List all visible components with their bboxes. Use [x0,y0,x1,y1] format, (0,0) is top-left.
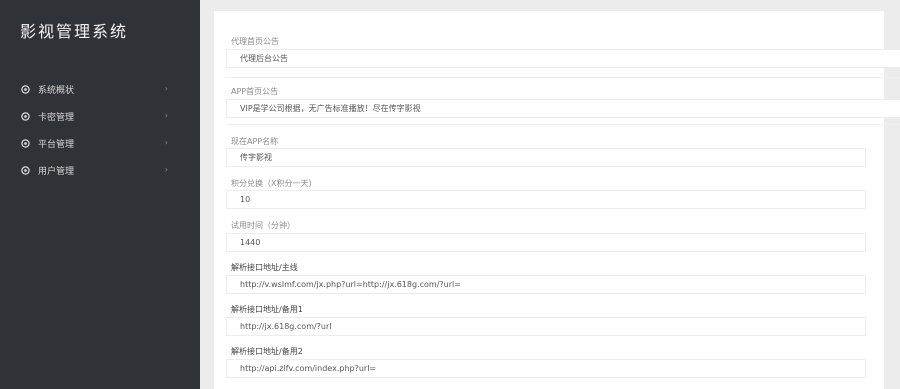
sidebar-item-label: 卡密管理 [38,113,75,123]
trial-time-input[interactable]: 1440 [226,233,866,252]
sidebar-item-card-management[interactable]: 卡密管理 › [0,103,200,130]
field-label-parse-backup1: 解析接口地址/备用1 [231,305,303,314]
sidebar-item-label: 用户管理 [38,167,75,177]
chevron-right-icon: › [164,111,168,120]
field-label-agent-notice: 代理首页公告 [231,37,279,46]
field-label-parse-main: 解析接口地址/主线 [231,263,298,272]
field-label-app-name: 现在APP名称 [231,137,279,146]
settings-form: 代理首页公告 代理后台公告 APP首页公告 VIP是学公司根据，无广告标准播放！… [214,11,900,389]
chevron-right-icon: › [164,165,168,174]
parse-url-main-input[interactable]: http://v.wslmf.com/jx.php?url=http://jx.… [226,275,866,294]
field-label-points-exchange: 积分兑换（X积分一天） [231,179,317,188]
sidebar: 影视管理系统 系统概状 › 卡密管理 › 平台管理 › 用户管理 › [0,0,200,389]
parse-url-backup2-input[interactable]: http://api.zlfv.com/index.php?url= [226,359,866,378]
parse-url-backup1-input[interactable]: http://jx.618g.com/?url [226,317,866,336]
field-label-parse-backup2: 解析接口地址/备用2 [231,347,303,356]
sidebar-item-label: 系统概状 [38,86,75,96]
user-icon [20,166,30,176]
sidebar-item-label: 平台管理 [38,140,75,150]
divider [226,77,900,78]
card-icon [20,112,30,122]
chevron-right-icon: › [164,84,168,93]
sidebar-item-platform-management[interactable]: 平台管理 › [0,130,200,157]
app-notice-input[interactable]: VIP是学公司根据，无广告标准播放！尽在传字影视 [226,99,900,118]
app-title: 影视管理系统 [20,22,129,41]
agent-notice-input[interactable]: 代理后台公告 [226,49,900,68]
dashboard-icon [20,85,30,95]
field-label-trial-time: 试用时间（分钟） [231,221,295,230]
field-label-app-notice: APP首页公告 [231,87,279,96]
app-name-input[interactable]: 传字影视 [226,148,866,167]
sidebar-item-user-management[interactable]: 用户管理 › [0,157,200,184]
points-exchange-input[interactable]: 10 [226,190,866,209]
divider [226,124,900,125]
platform-icon [20,139,30,149]
sidebar-item-system-overview[interactable]: 系统概状 › [0,76,200,103]
chevron-right-icon: › [164,138,168,147]
sidebar-nav: 系统概状 › 卡密管理 › 平台管理 › 用户管理 › [0,76,200,184]
